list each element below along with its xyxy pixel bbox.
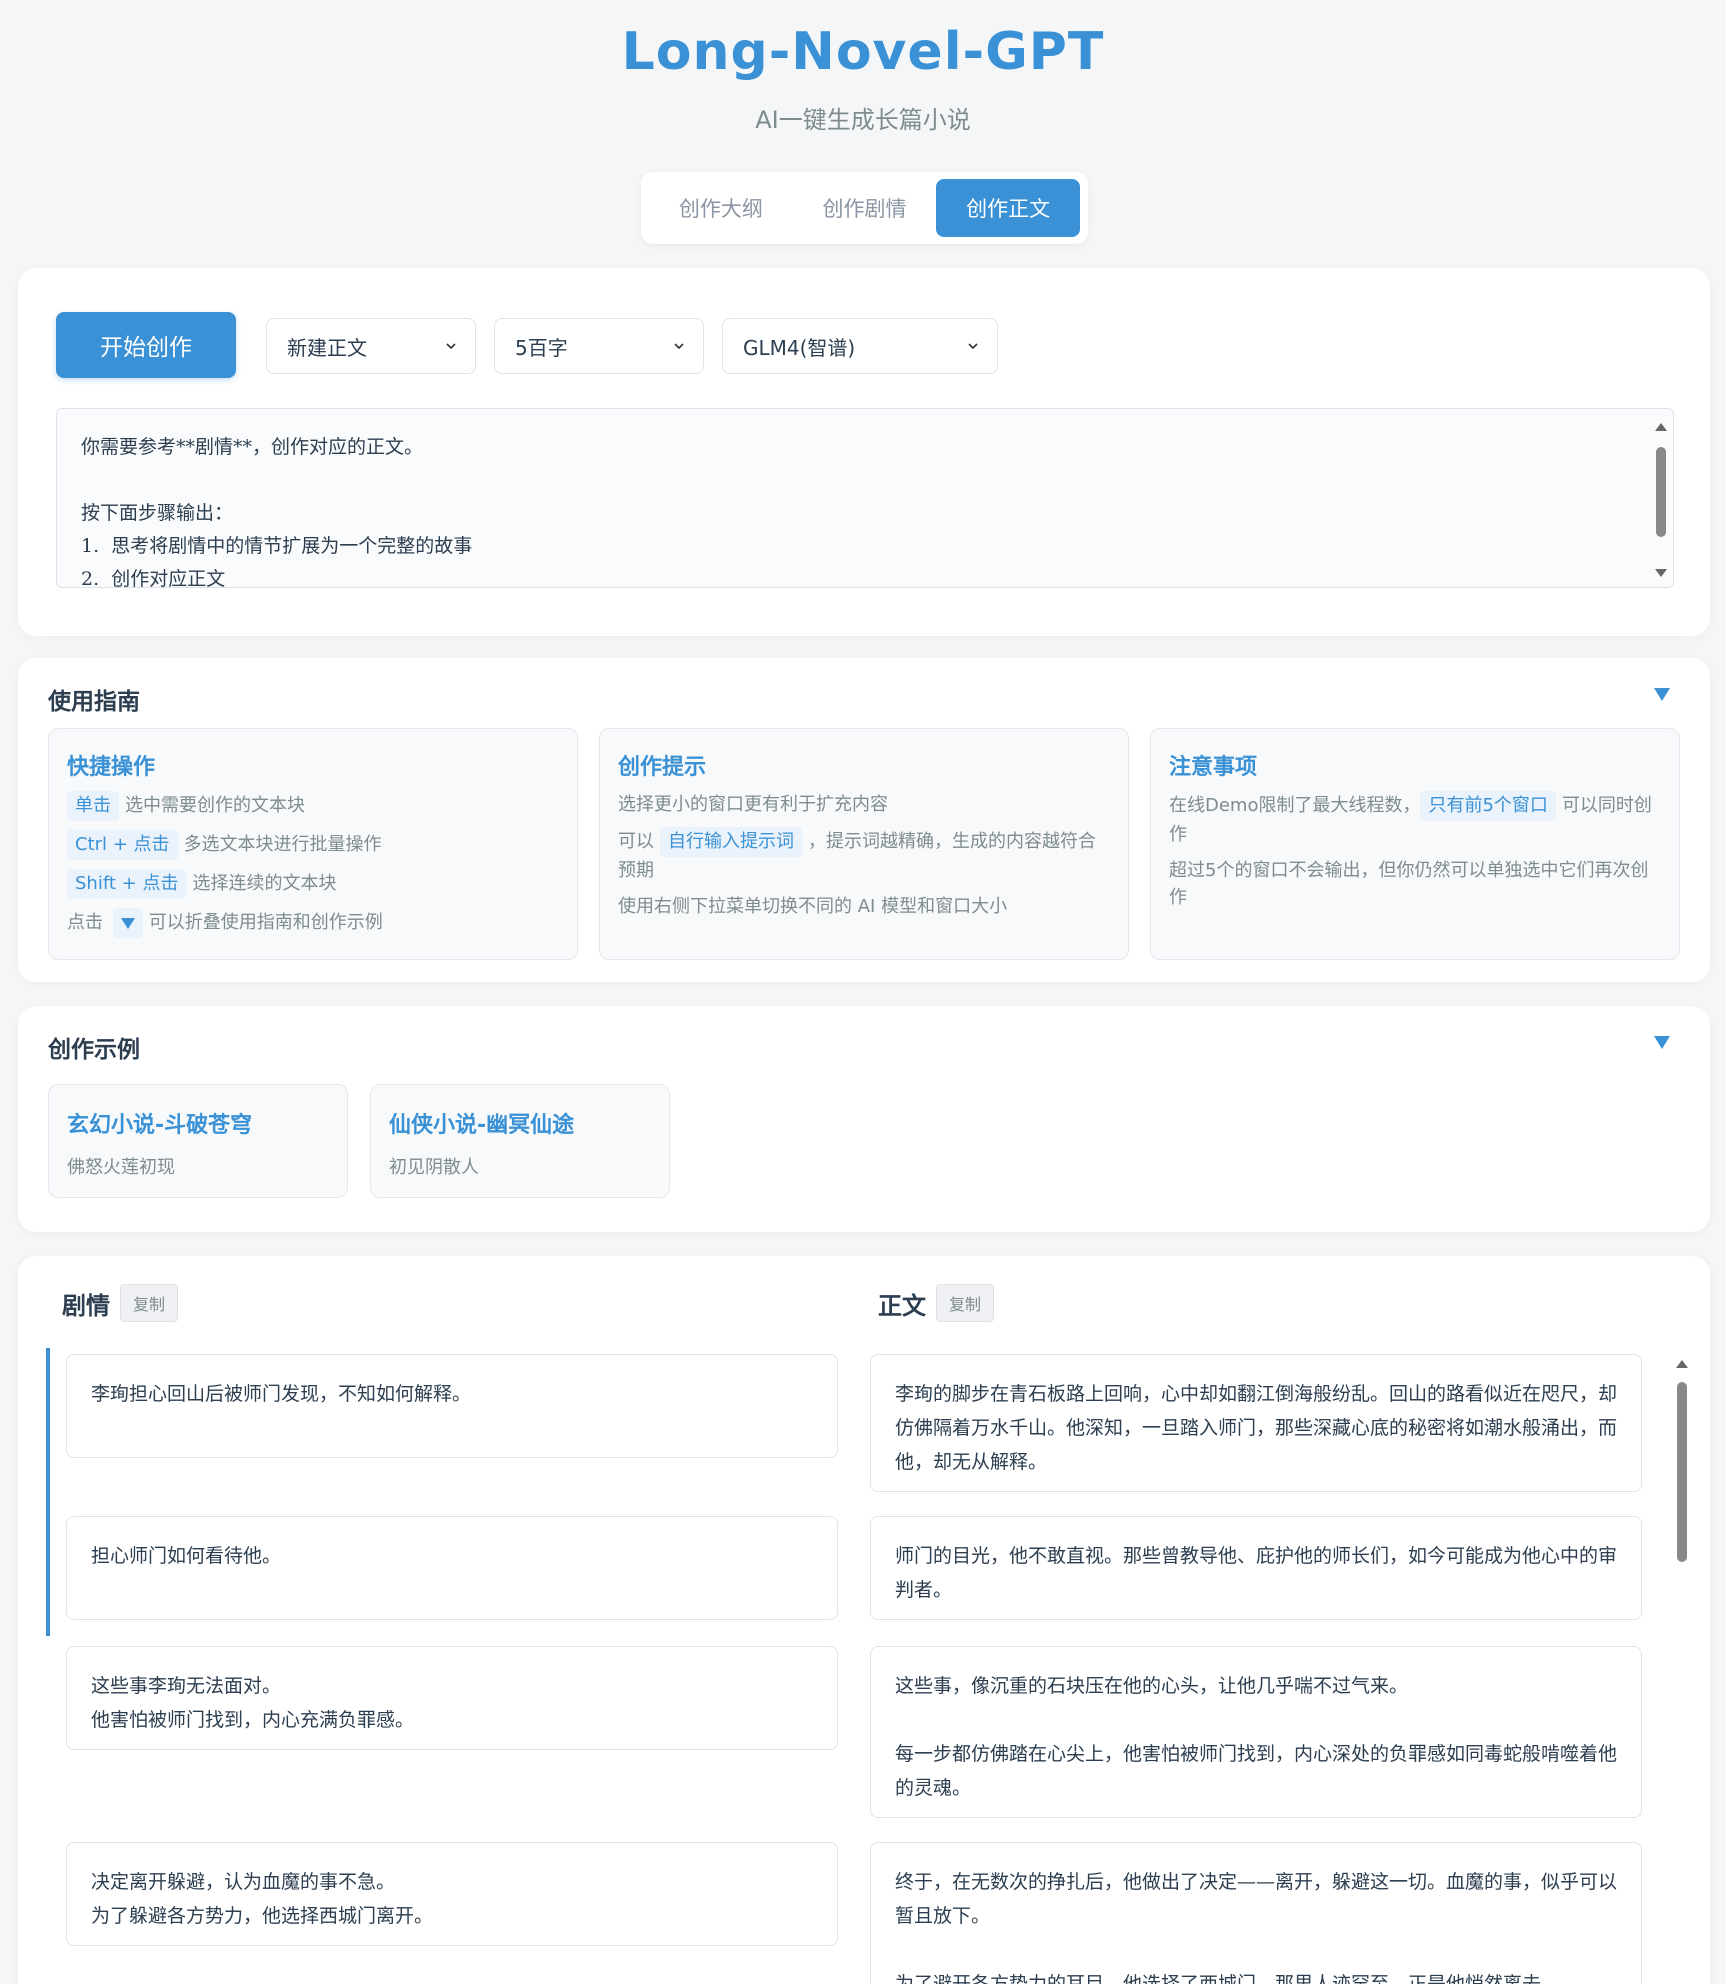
note-line: 在线Demo限制了最大线程数， 只有前5个窗口 可以同时创作	[1169, 791, 1661, 848]
example-title: 仙侠小说-幽冥仙途	[389, 1113, 575, 1138]
content-scrollbar[interactable]	[1674, 1356, 1690, 1956]
text-column-header: 正文 复制	[878, 1284, 995, 1322]
text-block-text: 终于，在无数次的挣扎后，他做出了决定——离开，躲避这一切。血魔的事，似乎可以暂且…	[895, 1871, 1618, 1984]
chevron-down-icon	[674, 343, 684, 350]
shortcut-item: 单击 选中需要创作的文本块	[67, 791, 559, 821]
fold-text: 可以折叠使用指南和创作示例	[148, 912, 383, 933]
text-block[interactable]: 终于，在无数次的挣扎后，他做出了决定——离开，躲避这一切。血魔的事，似乎可以暂且…	[870, 1842, 1642, 1984]
tips-panel: 创作提示 选择更小的窗口更有利于扩充内容 可以 自行输入提示词 ，提示词越精确，生成…	[599, 728, 1129, 960]
tip-highlight: 自行输入提示词	[660, 827, 802, 857]
model-select[interactable]: GLM4(智谱)	[722, 318, 998, 374]
shortcuts-title: 快捷操作	[67, 755, 156, 780]
scroll-up-icon[interactable]	[1655, 423, 1667, 431]
example-subtitle: 初见阴散人	[389, 1157, 479, 1178]
plot-block-text: 决定离开躲避，认为血魔的事不急。 为了躲避各方势力，他选择西城门离开。	[91, 1871, 434, 1927]
guide-card: 使用指南 快捷操作 单击 选中需要创作的文本块 Ctrl + 点击 多选文本块进行批…	[18, 658, 1710, 982]
notes-panel: 注意事项 在线Demo限制了最大线程数， 只有前5个窗口 可以同时创作 超过5个的窗…	[1150, 728, 1680, 960]
chevron-down-icon	[968, 343, 978, 350]
scroll-thumb[interactable]	[1677, 1382, 1687, 1562]
tip-line: 可以 自行输入提示词 ，提示词越精确，生成的内容越符合预期	[618, 827, 1110, 884]
mode-select-value: 新建正文	[287, 335, 367, 360]
plot-block[interactable]: 担心师门如何看待他。	[66, 1516, 838, 1620]
text-block-text: 师门的目光，他不敢直视。那些曾教导他、庇护他的师长们，如今可能成为他心中的审判者…	[895, 1545, 1618, 1601]
collapse-toggle-icon[interactable]	[1654, 1036, 1670, 1049]
plot-block[interactable]: 这些事李珣无法面对。 他害怕被师门找到，内心充满负罪感。	[66, 1646, 838, 1750]
scroll-down-icon[interactable]	[1655, 569, 1667, 577]
fold-hint: 点击 可以折叠使用指南和创作示例	[67, 908, 559, 938]
start-button[interactable]: 开始创作	[56, 312, 236, 378]
tab-plot[interactable]: 创作剧情	[793, 179, 937, 237]
prompt-textarea[interactable]: 你需要参考**剧情**，创作对应的正文。 按下面步骤输出： 1. 思考将剧情中的…	[56, 408, 1674, 588]
mode-select[interactable]: 新建正文	[266, 318, 476, 374]
text-block[interactable]: 这些事，像沉重的石块压在他的心头，让他几乎喘不过气来。 每一步都仿佛踏在心尖上，…	[870, 1646, 1642, 1818]
chevron-down-icon	[446, 343, 456, 350]
plot-block[interactable]: 李珣担心回山后被师门发现，不知如何解释。	[66, 1354, 838, 1458]
note-prefix: 在线Demo限制了最大线程数，	[1169, 795, 1421, 816]
shortcut-key: Ctrl + 点击	[67, 830, 178, 860]
prompt-scrollbar[interactable]	[1653, 419, 1669, 581]
text-block-text: 李珣的脚步在青石板路上回响，心中却如翻江倒海般纷乱。回山的路看似近在咫尺，却仿佛…	[895, 1383, 1618, 1473]
plot-block[interactable]: 决定离开躲避，认为血魔的事不急。 为了躲避各方势力，他选择西城门离开。	[66, 1842, 838, 1946]
copy-plot-button[interactable]: 复制	[120, 1284, 179, 1322]
shortcuts-panel: 快捷操作 单击 选中需要创作的文本块 Ctrl + 点击 多选文本块进行批量操作 S…	[48, 728, 578, 960]
tip-line: 使用右侧下拉菜单切换不同的 AI 模型和窗口大小	[618, 896, 1008, 917]
shortcut-desc: 选中需要创作的文本块	[125, 795, 305, 816]
fold-triangle-icon	[112, 908, 143, 938]
shortcut-item: Shift + 点击 选择连续的文本块	[67, 869, 559, 899]
control-card: 开始创作 新建正文 5百字 GLM4(智谱) 你需要参考**剧情**，创作对应的…	[18, 268, 1710, 636]
tip-prefix: 可以	[618, 831, 654, 852]
plot-label: 剧情	[62, 1291, 110, 1320]
fold-prefix: 点击	[67, 912, 103, 933]
tip-line: 选择更小的窗口更有利于扩充内容	[618, 794, 888, 815]
shortcut-desc: 多选文本块进行批量操作	[183, 834, 382, 855]
content-card: 剧情 复制 正文 复制 李珣担心回山后被师门发现，不知如何解释。 担心师门如何看…	[18, 1256, 1710, 1984]
tab-outline[interactable]: 创作大纲	[649, 179, 793, 237]
selection-indicator	[46, 1348, 50, 1636]
text-block-text: 这些事，像沉重的石块压在他的心头，让他几乎喘不过气来。 每一步都仿佛踏在心尖上，…	[895, 1675, 1618, 1799]
note-line: 超过5个的窗口不会输出，但你仍然可以单独选中它们再次创作	[1169, 860, 1649, 908]
notes-title: 注意事项	[1169, 755, 1258, 780]
shortcut-key: 单击	[67, 791, 119, 821]
plot-column-header: 剧情 复制	[62, 1284, 179, 1322]
scroll-up-icon[interactable]	[1676, 1360, 1688, 1368]
plot-block-text: 担心师门如何看待他。	[91, 1545, 282, 1567]
examples-title: 创作示例	[48, 1037, 140, 1063]
plot-block-text: 这些事李珣无法面对。 他害怕被师门找到，内心充满负罪感。	[91, 1675, 415, 1731]
length-select[interactable]: 5百字	[494, 318, 704, 374]
text-block[interactable]: 师门的目光，他不敢直视。那些曾教导他、庇护他的师长们，如今可能成为他心中的审判者…	[870, 1516, 1642, 1620]
example-subtitle: 佛怒火莲初现	[67, 1157, 175, 1178]
example-card[interactable]: 仙侠小说-幽冥仙途 初见阴散人	[370, 1084, 670, 1198]
text-label: 正文	[878, 1291, 926, 1320]
app-subtitle: AI一键生成长篇小说	[755, 106, 971, 134]
plot-block-text: 李珣担心回山后被师门发现，不知如何解释。	[91, 1383, 472, 1405]
prompt-text: 你需要参考**剧情**，创作对应的正文。 按下面步骤输出： 1. 思考将剧情中的…	[81, 436, 473, 588]
tab-text[interactable]: 创作正文	[936, 179, 1081, 237]
shortcut-desc: 选择连续的文本块	[192, 873, 337, 894]
example-card[interactable]: 玄幻小说-斗破苍穹 佛怒火莲初现	[48, 1084, 348, 1198]
note-highlight: 只有前5个窗口	[1420, 791, 1556, 821]
length-select-value: 5百字	[515, 335, 568, 360]
collapse-toggle-icon[interactable]	[1654, 688, 1670, 701]
shortcut-key: Shift + 点击	[67, 869, 187, 899]
copy-text-button[interactable]: 复制	[936, 1284, 995, 1322]
examples-card: 创作示例 玄幻小说-斗破苍穹 佛怒火莲初现 仙侠小说-幽冥仙途 初见阴散人	[18, 1006, 1710, 1232]
text-block[interactable]: 李珣的脚步在青石板路上回响，心中却如翻江倒海般纷乱。回山的路看似近在咫尺，却仿佛…	[870, 1354, 1642, 1492]
shortcut-item: Ctrl + 点击 多选文本块进行批量操作	[67, 830, 559, 860]
model-select-value: GLM4(智谱)	[743, 335, 856, 360]
example-title: 玄幻小说-斗破苍穹	[67, 1113, 253, 1138]
mode-tabbar: 创作大纲 创作剧情 创作正文	[641, 172, 1088, 244]
scroll-thumb[interactable]	[1656, 447, 1666, 537]
guide-title: 使用指南	[48, 689, 140, 715]
tips-title: 创作提示	[618, 755, 707, 780]
app-title: Long-Novel-GPT	[621, 22, 1105, 82]
